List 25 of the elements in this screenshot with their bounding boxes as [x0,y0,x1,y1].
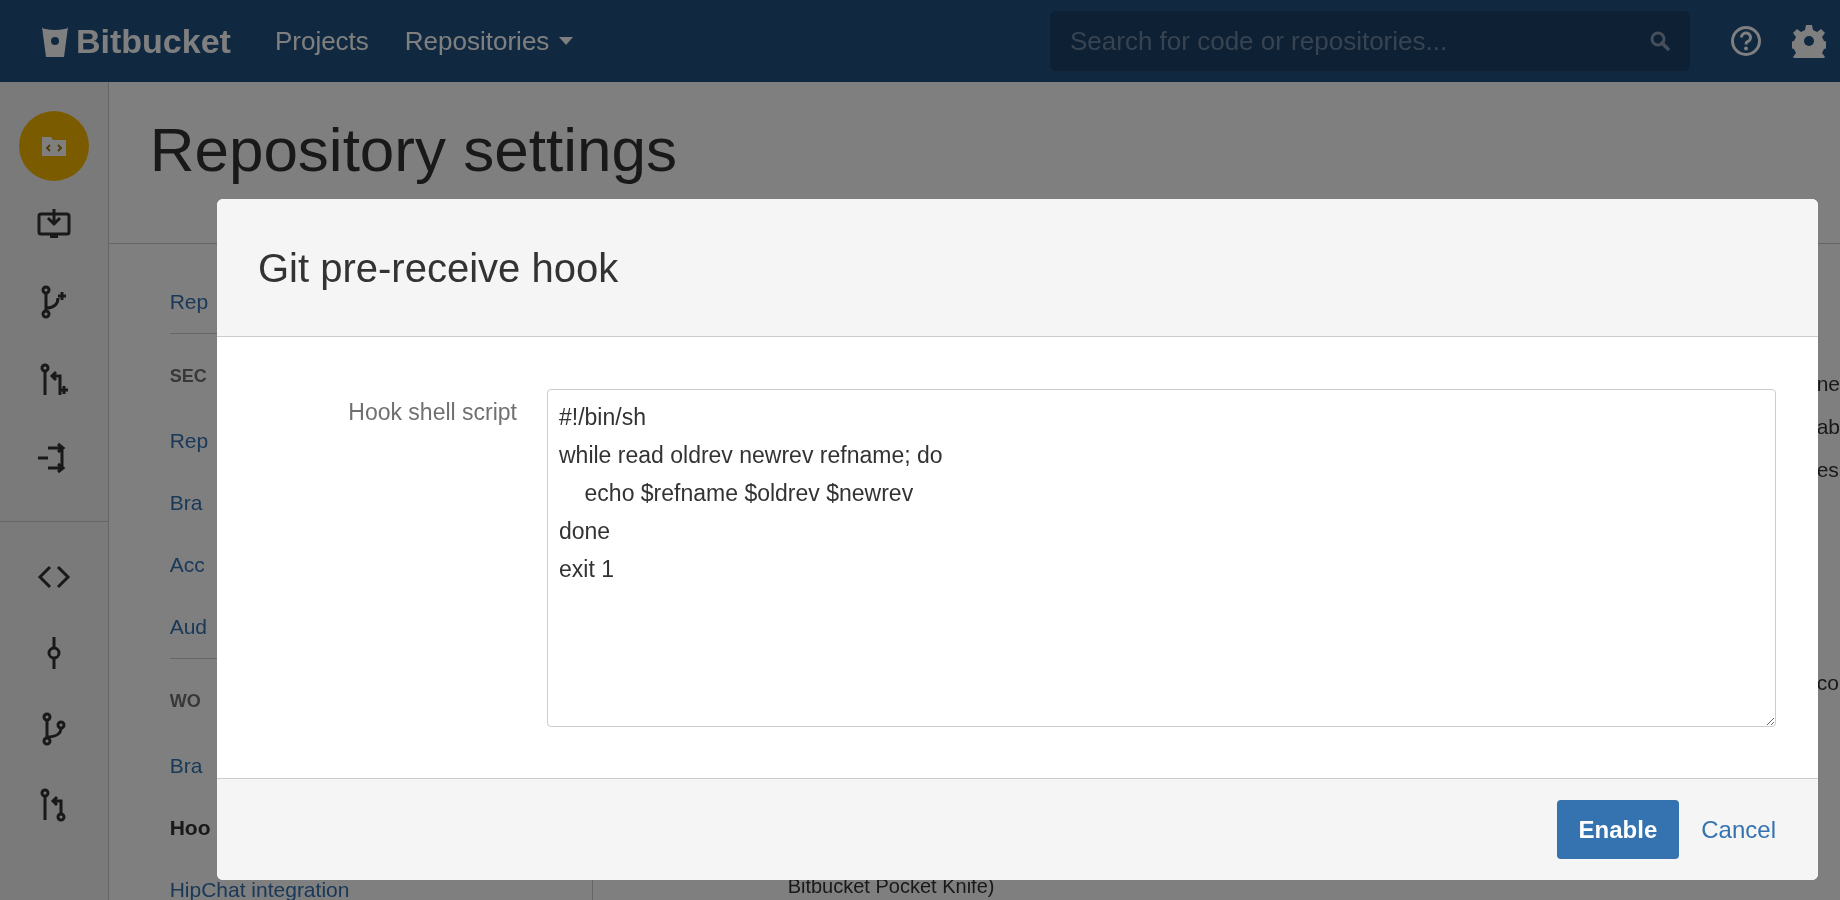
text-fragment: ne [1816,371,1840,397]
search-icon [1650,31,1670,51]
text-fragment: es [1816,457,1840,483]
dialog-title: Git pre-receive hook [258,244,619,292]
settings-nav-link[interactable]: Bra [169,757,203,775]
logo-text: Bitbucket [76,20,231,62]
field-label: Hook shell script [348,398,517,427]
settings-icon [1792,24,1826,58]
section-heading: WO [169,690,201,713]
page-title: Repository settings [148,114,678,186]
enable-button[interactable]: Enable [1556,800,1680,859]
nav-link[interactable]: Repositories [404,21,574,61]
nav-link[interactable]: Projects [274,21,369,61]
cancel-link[interactable]: Cancel [1701,811,1776,848]
settings-nav-link[interactable]: Bra [169,494,203,512]
settings-nav-link[interactable]: Rep [169,432,209,450]
settings-nav-link[interactable]: Acc [169,556,205,574]
text-fragment: co [1816,670,1840,696]
settings-nav-link[interactable]: Hoo [169,819,211,837]
settings-nav-link[interactable]: Rep [169,293,209,311]
section-heading: SEC [169,365,207,388]
text-fragment: ab [1816,414,1840,440]
script-field[interactable]: #!/bin/sh while read oldrev newrev refname; do echo $refname $oldrev $newrev done exit 1 [547,389,1776,727]
help-icon [1730,25,1762,57]
settings-nav-link[interactable]: Aud [169,618,207,636]
